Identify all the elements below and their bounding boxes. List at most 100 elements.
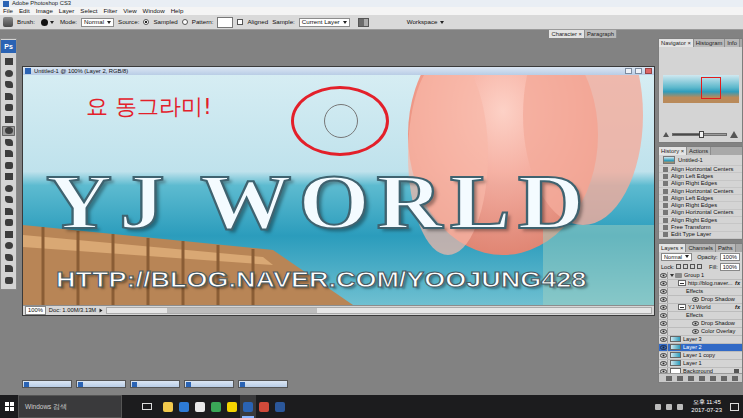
lock-option-icon[interactable]: [697, 264, 702, 269]
visibility-toggle[interactable]: [659, 272, 668, 279]
layer-row[interactable]: http://blog.naver...fx: [659, 280, 742, 288]
new-group-icon[interactable]: [710, 376, 716, 381]
panel-tab[interactable]: Info: [725, 39, 740, 47]
radio-option[interactable]: Pattern:: [182, 19, 214, 26]
new-layer-icon[interactable]: [721, 376, 727, 381]
horizontal-scrollbar[interactable]: [106, 307, 652, 314]
link-icon[interactable]: [666, 376, 672, 381]
taskbar-app[interactable]: [272, 395, 288, 418]
layer-row[interactable]: Drop Shadow: [659, 296, 742, 304]
sample-all-layers-icon[interactable]: [358, 18, 369, 27]
task-view-icon[interactable]: [142, 403, 152, 410]
panel-tab[interactable]: Actions: [687, 147, 711, 155]
tool-button[interactable]: [2, 149, 15, 159]
tool-button[interactable]: [2, 103, 15, 113]
visibility-toggle[interactable]: [659, 320, 668, 327]
tool-button[interactable]: [2, 252, 15, 262]
photoshop-logo[interactable]: Ps: [1, 40, 16, 53]
start-button[interactable]: [0, 402, 18, 411]
taskbar-app[interactable]: [256, 395, 272, 418]
layer-row[interactable]: Effects: [659, 288, 742, 296]
tool-button[interactable]: [2, 80, 15, 90]
lock-option-icon[interactable]: [690, 264, 695, 269]
canvas[interactable]: 요 동그라미!YJ WORLDHTTP://BLOG.NAVER.COM/YOO…: [23, 75, 654, 305]
panel-tab[interactable]: Character ×: [549, 30, 584, 38]
visibility-toggle[interactable]: [659, 344, 668, 351]
history-item[interactable]: Align Left Edges: [659, 195, 742, 202]
visibility-toggle[interactable]: [659, 336, 668, 343]
visibility-toggle[interactable]: [659, 352, 668, 359]
history-item[interactable]: Edit Type Layer: [659, 232, 742, 239]
ime-icon[interactable]: [677, 404, 683, 410]
minimize-icon[interactable]: [625, 68, 632, 74]
tool-button[interactable]: [2, 172, 15, 182]
tool-button[interactable]: [2, 264, 15, 274]
minimized-document[interactable]: [184, 380, 234, 388]
select-box[interactable]: Normal: [81, 18, 114, 27]
visibility-toggle[interactable]: [659, 328, 668, 335]
panel-tab[interactable]: Paragraph: [585, 30, 617, 38]
taskbar-app[interactable]: [192, 395, 208, 418]
visibility-toggle[interactable]: [659, 296, 668, 303]
clock[interactable]: 오후 11:452017-07-23: [688, 399, 725, 414]
scroll-thumb[interactable]: [167, 308, 317, 313]
visibility-toggle[interactable]: [659, 360, 668, 367]
minimized-document[interactable]: [130, 380, 180, 388]
lock-option-icon[interactable]: [676, 264, 681, 269]
layer-row[interactable]: Color Overlay: [659, 328, 742, 336]
workspace-menu[interactable]: Workspace: [407, 19, 444, 26]
minimized-document[interactable]: [22, 380, 72, 388]
tool-button[interactable]: [2, 126, 15, 136]
tool-button[interactable]: [2, 195, 15, 205]
radio-button[interactable]: [143, 19, 149, 25]
menu-item[interactable]: Edit: [19, 7, 30, 15]
blend-mode-select[interactable]: Normal: [661, 253, 692, 261]
tool-button[interactable]: [2, 183, 15, 193]
zoom-slider-knob[interactable]: [699, 131, 704, 138]
notification-icon[interactable]: [730, 403, 739, 411]
select-box[interactable]: Current Layer: [299, 18, 350, 27]
layer-row[interactable]: Layer 1 copy: [659, 352, 742, 360]
tool-button[interactable]: [2, 160, 15, 170]
tool-button[interactable]: [2, 114, 15, 124]
layer-row[interactable]: YJ Worldfx: [659, 304, 742, 312]
zoom-in-icon[interactable]: [730, 131, 738, 138]
search-box[interactable]: Windows 검색: [18, 395, 122, 418]
panel-tab[interactable]: Paths: [716, 244, 736, 252]
layer-row[interactable]: Group 1: [659, 272, 742, 280]
maximize-icon[interactable]: [635, 68, 642, 74]
view-box[interactable]: [701, 77, 721, 99]
network-icon[interactable]: [655, 404, 661, 410]
menu-item[interactable]: Window: [143, 7, 165, 15]
menu-item[interactable]: View: [123, 7, 136, 15]
taskbar-app[interactable]: [208, 395, 224, 418]
expand-arrow-icon[interactable]: [670, 274, 674, 277]
tool-button[interactable]: [2, 137, 15, 147]
fx-icon[interactable]: [677, 376, 683, 381]
menu-item[interactable]: Help: [171, 7, 184, 15]
volume-icon[interactable]: [666, 404, 672, 410]
radio-option[interactable]: Sampled: [143, 19, 177, 26]
panel-tab[interactable]: Channels: [686, 244, 716, 252]
tool-button[interactable]: [2, 206, 15, 216]
visibility-toggle[interactable]: [659, 312, 668, 319]
zoom-slider[interactable]: [672, 133, 727, 136]
history-item[interactable]: Align Right Edges: [659, 217, 742, 224]
layer-row[interactable]: Layer 1: [659, 360, 742, 368]
taskbar-app[interactable]: [240, 395, 256, 418]
taskbar-app[interactable]: [176, 395, 192, 418]
panel-tab[interactable]: History ×: [659, 147, 687, 155]
layer-row[interactable]: Effects: [659, 312, 742, 320]
visibility-toggle[interactable]: [659, 288, 668, 295]
zoom-field[interactable]: 100%: [25, 306, 46, 315]
history-item[interactable]: Align Right Edges: [659, 202, 742, 209]
tool-button[interactable]: [2, 229, 15, 239]
tool-button[interactable]: [2, 275, 15, 285]
panel-tab[interactable]: Layers ×: [659, 244, 686, 252]
mask-icon[interactable]: [688, 376, 694, 381]
menu-item[interactable]: Layer: [59, 7, 74, 15]
taskbar-app[interactable]: [160, 395, 176, 418]
panel-tab[interactable]: Navigator ×: [659, 39, 694, 47]
menu-item[interactable]: File: [3, 7, 13, 15]
brush-picker[interactable]: [39, 19, 56, 26]
